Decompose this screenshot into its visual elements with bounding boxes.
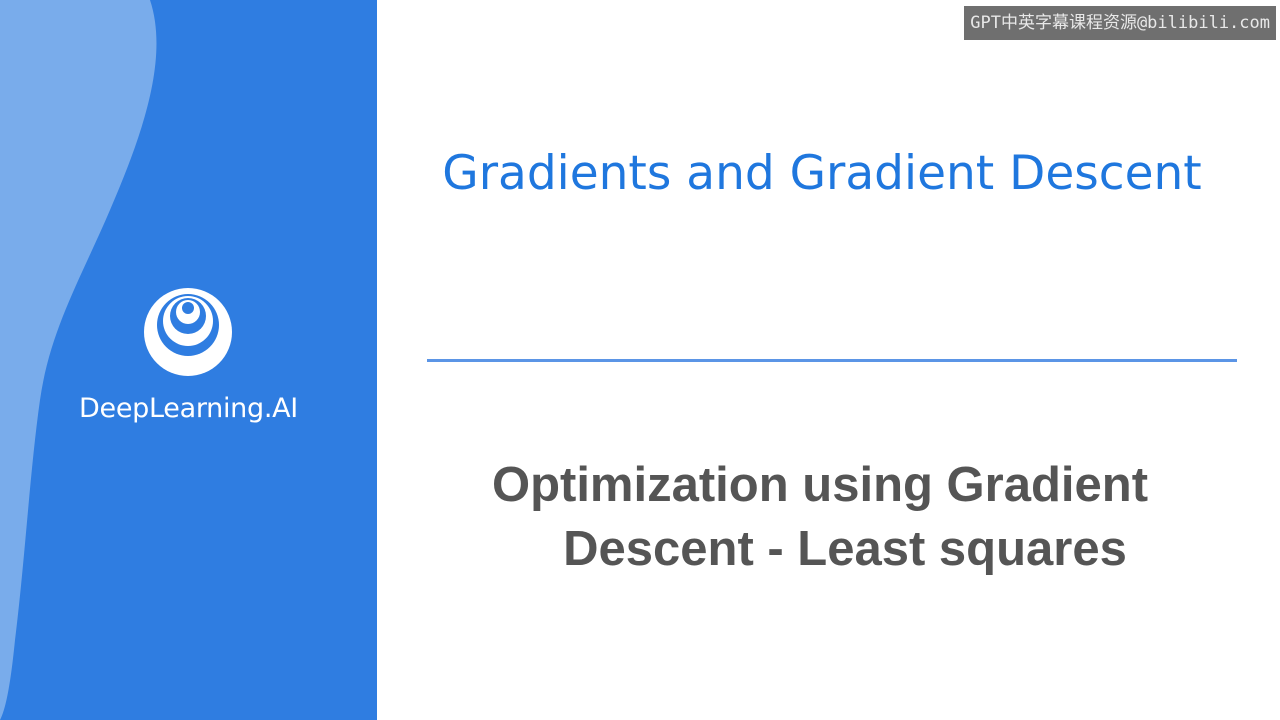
concentric-circles-logo-icon	[144, 288, 232, 376]
watermark-label: GPT中英字幕课程资源@bilibili.com	[964, 6, 1276, 40]
slide-subtitle: Optimization using Gradient Descent - Le…	[440, 453, 1200, 581]
title-divider	[427, 359, 1237, 362]
subtitle-line-2: Descent - Least squares	[563, 522, 1127, 576]
brand-sidebar: DeepLearning.AI	[0, 0, 377, 720]
slide-title: Gradients and Gradient Descent	[442, 146, 1202, 201]
brand-name: DeepLearning.AI	[79, 393, 298, 424]
subtitle-line-1: Optimization using Gradient	[491, 458, 1149, 512]
